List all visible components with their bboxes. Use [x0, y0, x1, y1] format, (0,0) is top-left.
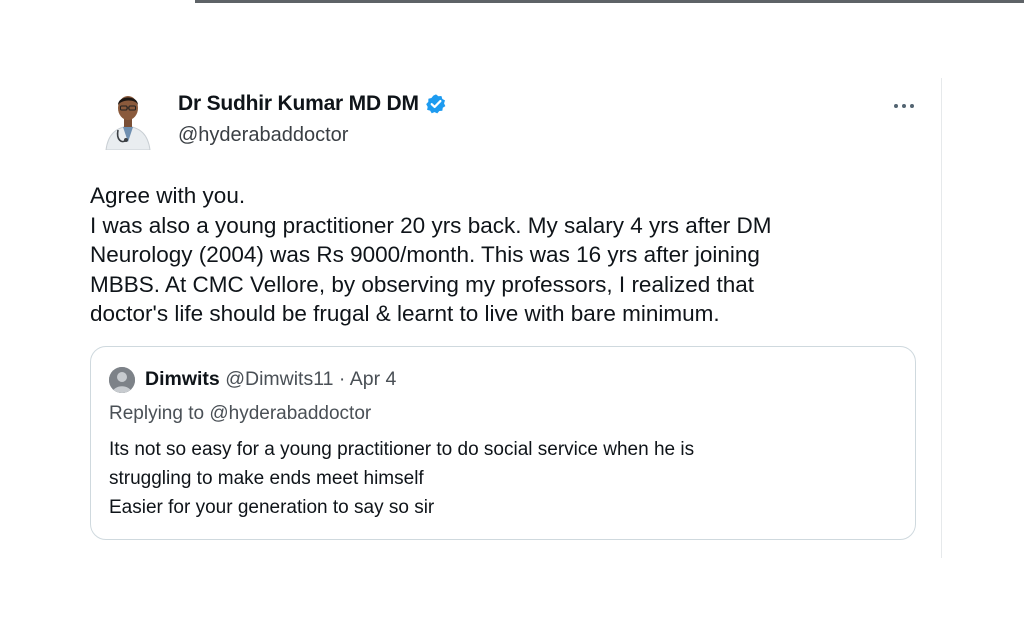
quoted-author-name[interactable]: Dimwits	[145, 368, 220, 390]
quoted-tweet-card[interactable]: Dimwits @Dimwits11 · Apr 4 Replying to @…	[90, 346, 916, 540]
author-handle[interactable]: @hyderabaddoctor	[178, 124, 348, 147]
quoted-replying-to: Replying to @hyderabaddoctor	[109, 403, 372, 424]
more-options-icon[interactable]	[890, 92, 918, 120]
quoted-body-line: Easier for your generation to say so sir	[109, 497, 435, 518]
quoted-body-line: struggling to make ends meet himself	[109, 468, 424, 489]
quoted-author-meta: @Dimwits11 · Apr 4	[225, 368, 397, 390]
tweet-body-line: Agree with you.	[90, 183, 246, 208]
tweet-body-line: Neurology (2004) was Rs 9000/month. This…	[90, 242, 760, 267]
tweet-body-line: I was also a young practitioner 20 yrs b…	[90, 212, 772, 238]
quoted-body: Its not so easy for a young practitioner…	[109, 435, 889, 522]
quoted-header: Dimwits @Dimwits11 · Apr 4	[145, 368, 396, 391]
author-name[interactable]: Dr Sudhir Kumar MD DM	[178, 92, 447, 116]
verified-badge-icon	[425, 93, 447, 115]
tweet: Dr Sudhir Kumar MD DM @hyderabaddoctor A…	[0, 0, 1024, 630]
quoted-author-avatar[interactable]	[109, 367, 135, 393]
quoted-body-line: Its not so easy for a young practitioner…	[109, 439, 695, 460]
tweet-body: Agree with you. I was also a young pract…	[90, 181, 890, 329]
author-avatar[interactable]	[100, 86, 156, 151]
author-name-text: Dr Sudhir Kumar MD DM	[178, 92, 419, 115]
tweet-body-line: doctor's life should be frugal & learnt …	[90, 301, 720, 326]
tweet-body-line: MBBS. At CMC Vellore, by observing my pr…	[90, 271, 755, 297]
